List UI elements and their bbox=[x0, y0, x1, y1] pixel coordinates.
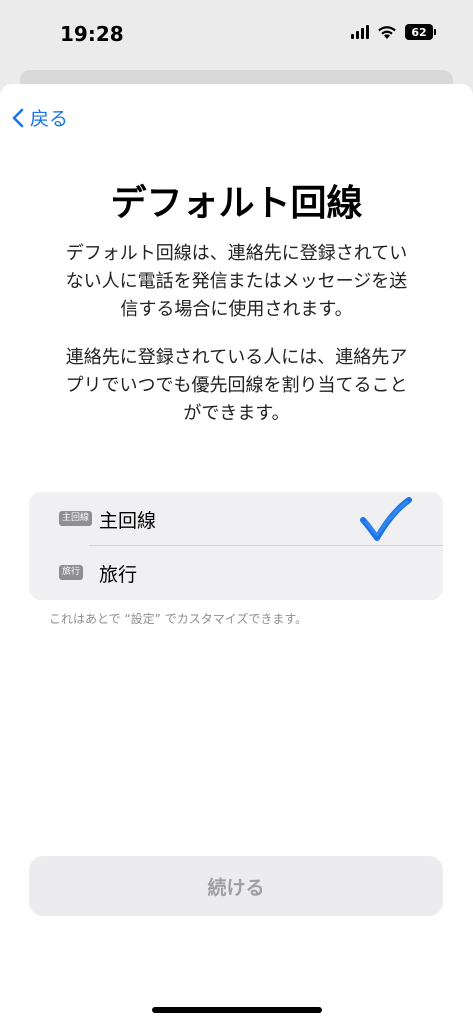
battery-icon: 62 bbox=[405, 24, 436, 40]
home-indicator bbox=[152, 1007, 322, 1013]
status-icons: 62 bbox=[351, 24, 436, 40]
signal-icon bbox=[351, 25, 369, 39]
chevron-left-icon bbox=[12, 108, 24, 127]
wifi-icon bbox=[378, 25, 396, 39]
line-badge: 旅行 bbox=[59, 565, 84, 580]
back-button[interactable]: 戻る bbox=[10, 104, 68, 131]
page-title: デフォルト回線 bbox=[110, 183, 363, 224]
default-line-sheet: 戻る デフォルト回線 デフォルト回線は、連絡先に登録されていない人に電話を発信ま… bbox=[0, 84, 473, 1024]
status-bar: 19:28 62 bbox=[0, 0, 473, 70]
description-secondary: 連絡先に登録されている人には、連絡先アプリでいつでも優先回線を割り当てることがで… bbox=[65, 347, 408, 424]
settings-footnote: これはあとで “設定” でカスタマイズできます。 bbox=[49, 612, 308, 626]
back-label: 戻る bbox=[30, 108, 69, 130]
line-option-travel[interactable]: 旅行 旅行 bbox=[29, 546, 443, 600]
line-name: 旅行 bbox=[99, 564, 138, 586]
status-time: 19:28 bbox=[60, 22, 124, 46]
line-options-list: 主回線 主回線 旅行 旅行 bbox=[29, 492, 443, 600]
line-option-primary[interactable]: 主回線 主回線 bbox=[29, 492, 443, 546]
continue-button[interactable]: 続ける bbox=[29, 856, 443, 916]
line-name: 主回線 bbox=[99, 510, 157, 532]
checkmark-icon bbox=[360, 497, 412, 541]
line-badge: 主回線 bbox=[59, 511, 93, 526]
description-primary: デフォルト回線は、連絡先に登録されていない人に電話を発信またはメッセージを送信す… bbox=[65, 243, 408, 320]
